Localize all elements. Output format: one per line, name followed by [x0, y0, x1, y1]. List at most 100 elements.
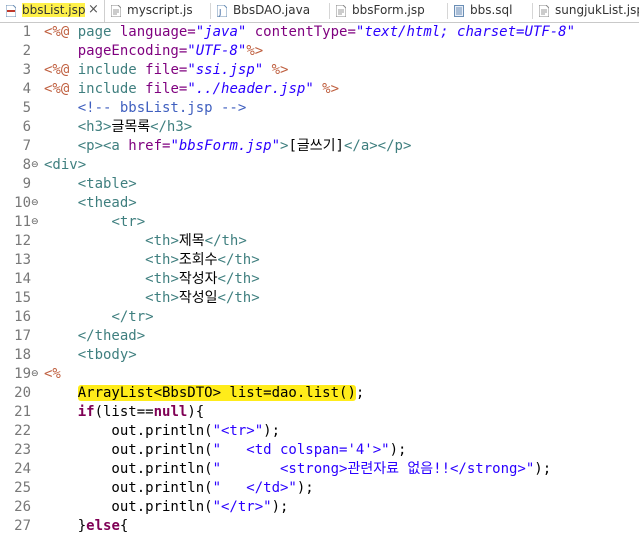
svg-text:J: J	[218, 8, 221, 17]
line-number: 10	[14, 195, 31, 211]
line-number: 18	[14, 347, 31, 363]
line-number: 15	[14, 290, 31, 306]
fold-toggle-icon[interactable]: ⊖	[31, 369, 39, 379]
code-text: <p><a href="bbsForm.jsp">[글쓰기]</a></p>	[77, 138, 412, 154]
highlighted-code: ArrayList<BbsDTO> list=dao.list()	[77, 385, 356, 401]
line-number: 6	[22, 119, 31, 135]
code-text: out.println("</tr>");	[44, 499, 289, 515]
tab-bbslist-jsp[interactable]: bbsList.jsp ×	[0, 0, 105, 22]
line-number: 17	[14, 328, 31, 344]
line-number: 14	[14, 271, 31, 287]
code-text: }else{	[44, 518, 129, 534]
code-text: <h3>글목록</h3>	[77, 119, 193, 135]
tab-label: myscript.js	[127, 3, 193, 17]
code-line: 26 out.println("</tr>");	[0, 498, 639, 517]
code-line: 3 <%@ include file="ssi.jsp" %>	[0, 61, 639, 80]
line-number: 24	[14, 461, 31, 477]
line-number: 2	[22, 43, 31, 59]
code-text: <table>	[77, 176, 137, 192]
line-number: 19	[14, 366, 31, 382]
line-number: 1	[22, 24, 31, 40]
code-text: <%	[44, 366, 61, 382]
line-number: 16	[14, 309, 31, 325]
code-text: <%@ include file="ssi.jsp" %>	[44, 62, 289, 78]
code-text: <tr>	[111, 214, 146, 230]
tab-label: sungjukList.jsp	[555, 3, 639, 17]
code-text: <tbody>	[77, 347, 137, 363]
line-number: 5	[22, 100, 31, 116]
fold-toggle-icon[interactable]: ⊖	[31, 217, 39, 227]
code-line: 1 <%@ page language="java" contentType="…	[0, 23, 639, 42]
code-line: 7 <p><a href="bbsForm.jsp">[글쓰기]</a></p>	[0, 137, 639, 156]
line-number: 9	[22, 176, 31, 192]
code-line: 4 <%@ include file="../header.jsp" %>	[0, 80, 639, 99]
code-line: 2 pageEncoding="UTF-8"%>	[0, 42, 639, 61]
jsp-file-icon	[539, 5, 549, 17]
code-line: 10 ⊖ <thead>	[0, 194, 639, 213]
tab-sungjuklist-jsp[interactable]: sungjukList.jsp	[533, 0, 639, 22]
line-number: 11	[14, 214, 31, 230]
tab-bbs-sql[interactable]: bbs.sql	[448, 0, 532, 22]
code-text: <th>작성일</th>	[145, 290, 260, 306]
code-editor[interactable]: 1 <%@ page language="java" contentType="…	[0, 23, 639, 540]
code-line: 19 ⊖ <%	[0, 365, 639, 384]
code-line: 13 <th>조회수</th>	[0, 251, 639, 270]
code-line: 17 </thead>	[0, 327, 639, 346]
tab-bbsform-jsp[interactable]: bbsForm.jsp	[330, 0, 447, 22]
line-number: 25	[14, 480, 31, 496]
tab-label: bbsList.jsp	[22, 3, 86, 17]
line-number: 23	[14, 442, 31, 458]
code-line: 24 out.println(" <strong>관련자료 없음!!</stro…	[0, 460, 639, 479]
code-text: out.println(" <strong>관련자료 없음!!</strong>…	[44, 461, 552, 477]
fold-toggle-icon[interactable]: ⊖	[31, 198, 39, 208]
line-number: 12	[14, 233, 31, 249]
line-number: 21	[14, 404, 31, 420]
code-text: if(list==null){	[77, 404, 205, 420]
tab-label: bbs.sql	[470, 3, 513, 17]
code-text: <!-- bbsList.jsp -->	[77, 100, 247, 116]
code-text: </thead>	[77, 328, 146, 344]
close-icon[interactable]: ×	[88, 2, 99, 17]
code-text: <thead>	[77, 195, 137, 211]
line-number: 26	[14, 499, 31, 515]
code-text: pageEncoding="UTF-8"%>	[44, 43, 264, 59]
code-text: out.println(" <td colspan='4'>");	[44, 442, 407, 458]
code-line: 15 <th>작성일</th>	[0, 289, 639, 308]
code-line: 22 out.println("<tr>");	[0, 422, 639, 441]
code-text: </tr>	[111, 309, 154, 325]
code-text: <%@ page language="java" contentType="te…	[44, 24, 576, 40]
code-line: 5 <!-- bbsList.jsp -->	[0, 99, 639, 118]
java-file-icon: J	[217, 5, 227, 17]
tab-label: BbsDAO.java	[233, 3, 311, 17]
line-number: 22	[14, 423, 31, 439]
line-number: 4	[22, 81, 31, 97]
editor-tab-bar: bbsList.jsp × myscript.js J BbsDAO.java …	[0, 0, 639, 23]
code-line: 11 ⊖ <tr>	[0, 213, 639, 232]
line-number: 3	[22, 62, 31, 78]
code-line: 27 }else{	[0, 517, 639, 536]
code-line: 14 <th>작성자</th>	[0, 270, 639, 289]
line-number: 7	[22, 138, 31, 154]
code-text: out.println(" </td>");	[44, 480, 314, 496]
code-text: <th>작성자</th>	[145, 271, 260, 287]
line-number: 13	[14, 252, 31, 268]
jsp-file-icon	[336, 5, 346, 17]
fold-toggle-icon[interactable]: ⊖	[31, 160, 39, 170]
code-line: 8 ⊖ <div>	[0, 156, 639, 175]
code-line: 9 <table>	[0, 175, 639, 194]
code-line: 6 <h3>글목록</h3>	[0, 118, 639, 137]
code-line: 16 </tr>	[0, 308, 639, 327]
line-number: 8	[22, 157, 31, 173]
code-text: <th>조회수</th>	[145, 252, 260, 268]
code-line: 23 out.println(" <td colspan='4'>");	[0, 441, 639, 460]
line-number: 27	[14, 518, 31, 534]
tab-myscript-js[interactable]: myscript.js	[105, 0, 210, 22]
code-text: ArrayList<BbsDTO> list=dao.list();	[77, 385, 365, 401]
code-text: out.println("<tr>");	[44, 423, 281, 439]
tab-bbsdao-java[interactable]: J BbsDAO.java	[211, 0, 329, 22]
jsp-file-icon	[6, 5, 16, 17]
code-line: 12 <th>제목</th>	[0, 232, 639, 251]
code-text: <th>제목</th>	[145, 233, 247, 249]
code-line: 18 <tbody>	[0, 346, 639, 365]
code-line: 20 ArrayList<BbsDTO> list=dao.list();	[0, 384, 639, 403]
